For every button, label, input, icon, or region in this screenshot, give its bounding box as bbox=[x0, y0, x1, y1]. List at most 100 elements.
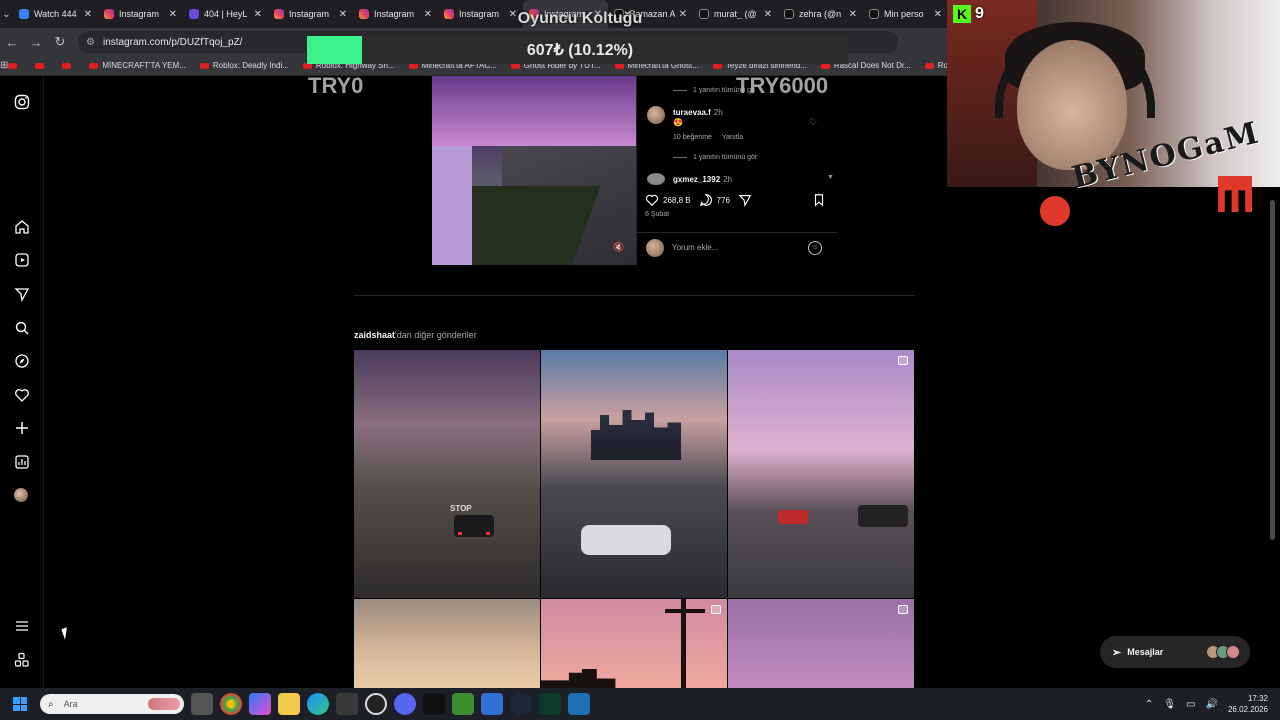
instagram-logo-icon[interactable] bbox=[14, 94, 30, 110]
taskbar-clock[interactable]: 17:32 26.02.2026 bbox=[1228, 693, 1268, 715]
tab-search-button[interactable]: ⌄ bbox=[0, 0, 13, 28]
tray-chevron-icon[interactable]: ⌃ bbox=[1145, 699, 1153, 710]
mute-icon[interactable]: 🔇 bbox=[612, 242, 626, 256]
tab-close-icon[interactable]: ✕ bbox=[934, 9, 942, 20]
tab-favicon-icon bbox=[359, 9, 369, 19]
kick-logo-icon: K bbox=[953, 5, 971, 23]
store-icon[interactable] bbox=[336, 693, 358, 715]
bookmark-item[interactable]: MİNECRAFT'TA YEM... bbox=[89, 61, 186, 70]
like-heart-icon[interactable] bbox=[645, 193, 659, 207]
view-replies-link[interactable]: 1 yanıtın tümünü gör bbox=[673, 154, 757, 161]
network-icon[interactable]: ▭ bbox=[1186, 699, 1195, 710]
kick-viewer-badge: K 9 bbox=[953, 4, 993, 24]
tab-close-icon[interactable]: ✕ bbox=[679, 9, 687, 20]
tab-close-icon[interactable]: ✕ bbox=[169, 9, 177, 20]
share-icon[interactable] bbox=[738, 193, 752, 207]
browser-tab[interactable]: Instagram ✕ bbox=[98, 0, 183, 28]
edge-icon[interactable] bbox=[307, 693, 329, 715]
direct-messages-icon[interactable] bbox=[14, 286, 30, 302]
messages-button[interactable]: ➢ Mesajlar bbox=[1100, 636, 1250, 668]
browser-tab[interactable]: Watch 444 ✕ bbox=[13, 0, 98, 28]
task-view-icon[interactable] bbox=[191, 693, 213, 715]
chrome-icon[interactable] bbox=[220, 693, 242, 715]
bookmark-item[interactable]: Ro bbox=[924, 61, 948, 70]
menu-hamburger-icon[interactable] bbox=[14, 618, 30, 634]
grid-post-sunset-sky[interactable] bbox=[354, 599, 540, 688]
terminal-icon[interactable] bbox=[539, 693, 561, 715]
tab-label: Watch 444 bbox=[34, 9, 77, 19]
copilot-icon[interactable] bbox=[249, 693, 271, 715]
settings-icon[interactable] bbox=[568, 693, 590, 715]
reload-button-icon[interactable]: ↻ bbox=[48, 34, 72, 50]
tab-close-icon[interactable]: ✕ bbox=[764, 9, 772, 20]
reels-icon[interactable] bbox=[14, 252, 30, 268]
system-tray: ⌃ 🎙 ▭ 🔊 17:32 26.02.2026 bbox=[1145, 693, 1280, 715]
tab-close-icon[interactable]: ✕ bbox=[84, 9, 92, 20]
create-plus-icon[interactable] bbox=[14, 420, 30, 436]
forward-button-icon[interactable]: → bbox=[24, 35, 48, 50]
comment-bubble-icon[interactable] bbox=[699, 193, 713, 207]
tab-label: 404 | HeyL bbox=[204, 9, 248, 19]
bookmark-item[interactable] bbox=[35, 61, 48, 70]
tab-close-icon[interactable]: ✕ bbox=[339, 9, 347, 20]
tab-close-icon[interactable]: ✕ bbox=[424, 9, 432, 20]
comment-like-heart-icon[interactable]: ♡ bbox=[809, 117, 817, 128]
grid-post-intersection[interactable] bbox=[728, 350, 914, 598]
grid-post-pole-silhouette[interactable] bbox=[541, 599, 727, 688]
notifications-heart-icon[interactable] bbox=[14, 387, 30, 403]
donation-goal-progress-text: 607₺ (10.12%) bbox=[526, 42, 634, 59]
site-info-icon[interactable]: ⚙ bbox=[86, 37, 95, 48]
bookmark-item[interactable] bbox=[8, 61, 21, 70]
reel-badge-icon bbox=[898, 605, 908, 614]
roblox-icon[interactable] bbox=[481, 693, 503, 715]
post-media-video[interactable] bbox=[432, 76, 636, 265]
discord-icon[interactable] bbox=[394, 693, 416, 715]
dashboard-chart-icon[interactable] bbox=[14, 454, 30, 470]
minecraft-icon[interactable] bbox=[452, 693, 474, 715]
capcut-icon[interactable] bbox=[423, 693, 445, 715]
home-icon[interactable] bbox=[14, 219, 30, 235]
profile-avatar[interactable] bbox=[14, 488, 30, 504]
avatar[interactable] bbox=[647, 173, 665, 185]
tab-favicon-icon bbox=[869, 9, 879, 19]
comment-input[interactable]: Yorum ekle... bbox=[672, 243, 718, 252]
start-button[interactable] bbox=[0, 688, 40, 720]
obs-icon[interactable] bbox=[365, 693, 387, 715]
brand-m-icon bbox=[1218, 176, 1252, 212]
browser-tab[interactable]: 404 | HeyL ✕ bbox=[183, 0, 268, 28]
tab-close-icon[interactable]: ✕ bbox=[849, 9, 857, 20]
browser-tab[interactable]: murat_ (@ ✕ bbox=[693, 0, 778, 28]
apps-grid-icon[interactable]: ⊞ bbox=[0, 60, 8, 71]
search-icon[interactable] bbox=[14, 320, 30, 336]
emoji-picker-icon[interactable]: ☺ bbox=[808, 241, 822, 255]
brand-bolt-icon bbox=[1040, 196, 1070, 226]
avatar[interactable] bbox=[647, 106, 665, 124]
grid-post-palm-purple[interactable] bbox=[728, 599, 914, 688]
page-scrollbar[interactable] bbox=[1270, 200, 1275, 540]
browser-tab[interactable]: Instagram ✕ bbox=[353, 0, 438, 28]
steam-icon[interactable] bbox=[510, 693, 532, 715]
bookmark-item[interactable]: Roblox: Deadly Indi... bbox=[199, 61, 289, 70]
tab-close-icon[interactable]: ✕ bbox=[254, 9, 262, 20]
back-button-icon[interactable]: ← bbox=[0, 35, 24, 50]
save-bookmark-icon[interactable] bbox=[812, 193, 826, 207]
browser-tab[interactable]: Min perso ✕ bbox=[863, 0, 948, 28]
browser-tab[interactable]: zehra (@n ✕ bbox=[778, 0, 863, 28]
taskbar-search-input[interactable]: ⌕ Ara bbox=[40, 694, 184, 714]
grid-post-street-stop[interactable]: STOP bbox=[354, 350, 540, 598]
bookmark-item[interactable] bbox=[62, 61, 75, 70]
volume-icon[interactable]: 🔊 bbox=[1206, 699, 1218, 710]
microphone-icon[interactable]: 🎙 bbox=[1163, 699, 1176, 710]
more-posts-username[interactable]: zaidshaat bbox=[354, 330, 395, 340]
tab-label: Instagram bbox=[289, 9, 330, 19]
explore-compass-icon[interactable] bbox=[14, 353, 30, 369]
tab-favicon-icon bbox=[189, 9, 199, 19]
reply-link[interactable]: Yanıtla bbox=[722, 134, 743, 141]
more-apps-icon[interactable] bbox=[14, 652, 30, 668]
browser-tab[interactable]: Instagram ✕ bbox=[268, 0, 353, 28]
file-explorer-icon[interactable] bbox=[278, 693, 300, 715]
comment-username[interactable]: turaevaa.f 2h bbox=[673, 108, 723, 117]
comment-username[interactable]: gxmez_1392 2h bbox=[673, 175, 732, 184]
scroll-down-icon[interactable]: ▼ bbox=[827, 174, 834, 181]
grid-post-city-skyline[interactable] bbox=[541, 350, 727, 598]
